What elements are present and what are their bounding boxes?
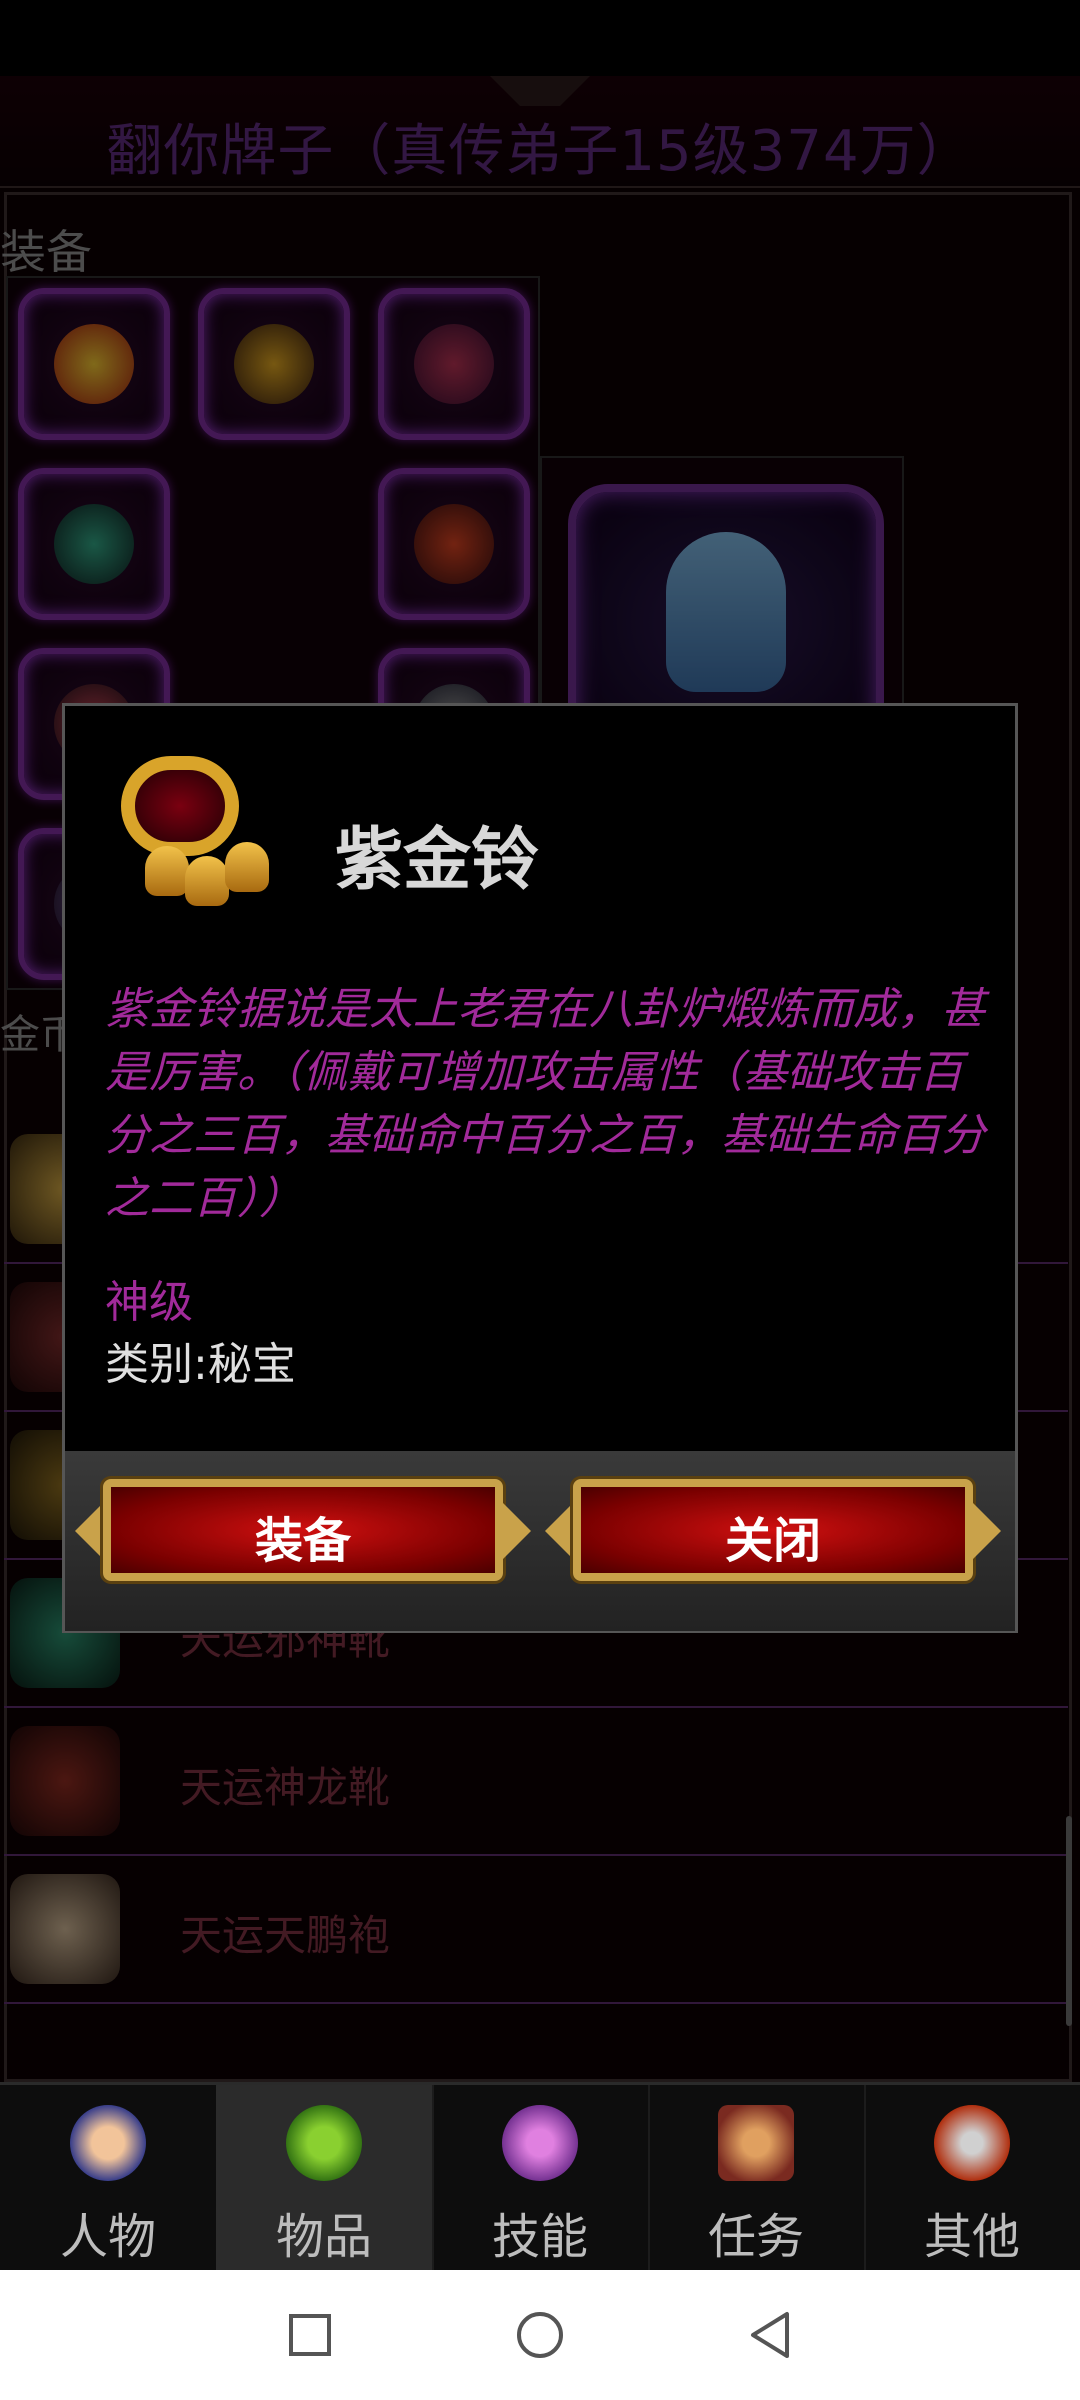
- status-bar: [0, 0, 1080, 76]
- quest-icon: [718, 2105, 794, 2181]
- item-title: 紫金铃: [335, 821, 540, 900]
- tab-items[interactable]: 物品: [216, 2085, 434, 2273]
- purple-gold-bell-icon: [105, 746, 269, 906]
- close-button[interactable]: 关闭: [543, 1471, 1003, 1589]
- system-nav-bar: [0, 2270, 1080, 2400]
- tab-character-label: 人物: [59, 2209, 156, 2265]
- sword-icon: [934, 2105, 1010, 2181]
- tab-quests[interactable]: 任务: [648, 2085, 866, 2273]
- bell-shape: [185, 856, 229, 906]
- screen: 翻你牌子（真传弟子15级374万） 装备 金币: 天运邪神靴 天运神龙靴 天运天…: [0, 0, 1080, 2400]
- tab-items-label: 物品: [275, 2209, 372, 2265]
- bell-shape: [225, 842, 269, 892]
- item-grade: 神级: [105, 1277, 193, 1328]
- item-category: 类别:秘宝: [105, 1339, 296, 1390]
- tab-character[interactable]: 人物: [0, 2085, 218, 2273]
- magic-swirl-icon: [502, 2105, 578, 2181]
- tab-quests-label: 任务: [707, 2209, 804, 2265]
- home-circle-icon[interactable]: [505, 2300, 575, 2370]
- tab-other-label: 其他: [923, 2209, 1020, 2265]
- equip-button[interactable]: 装备: [73, 1471, 533, 1589]
- potion-bag-icon: [286, 2105, 362, 2181]
- recents-square-icon[interactable]: [275, 2300, 345, 2370]
- back-triangle-icon[interactable]: [735, 2300, 805, 2370]
- bell-ring-shape: [121, 756, 239, 856]
- item-description: 紫金铃据说是太上老君在八卦炉煅炼而成，甚是厉害。（佩戴可增加攻击属性（基础攻击百…: [105, 984, 985, 1224]
- item-detail-dialog: 紫金铃 紫金铃据说是太上老君在八卦炉煅炼而成，甚是厉害。（佩戴可增加攻击属性（基…: [62, 703, 1018, 1633]
- equip-button-label: 装备: [254, 1513, 351, 1569]
- character-icon: [70, 2105, 146, 2181]
- tab-other[interactable]: 其他: [864, 2085, 1080, 2273]
- bell-shape: [145, 846, 189, 896]
- tab-skills[interactable]: 技能: [432, 2085, 650, 2273]
- close-button-label: 关闭: [724, 1513, 821, 1569]
- tab-skills-label: 技能: [491, 2209, 588, 2265]
- bottom-nav: 人物 物品 技能 任务 其他: [0, 2082, 1080, 2273]
- dialog-footer: 装备 关闭: [65, 1451, 1015, 1631]
